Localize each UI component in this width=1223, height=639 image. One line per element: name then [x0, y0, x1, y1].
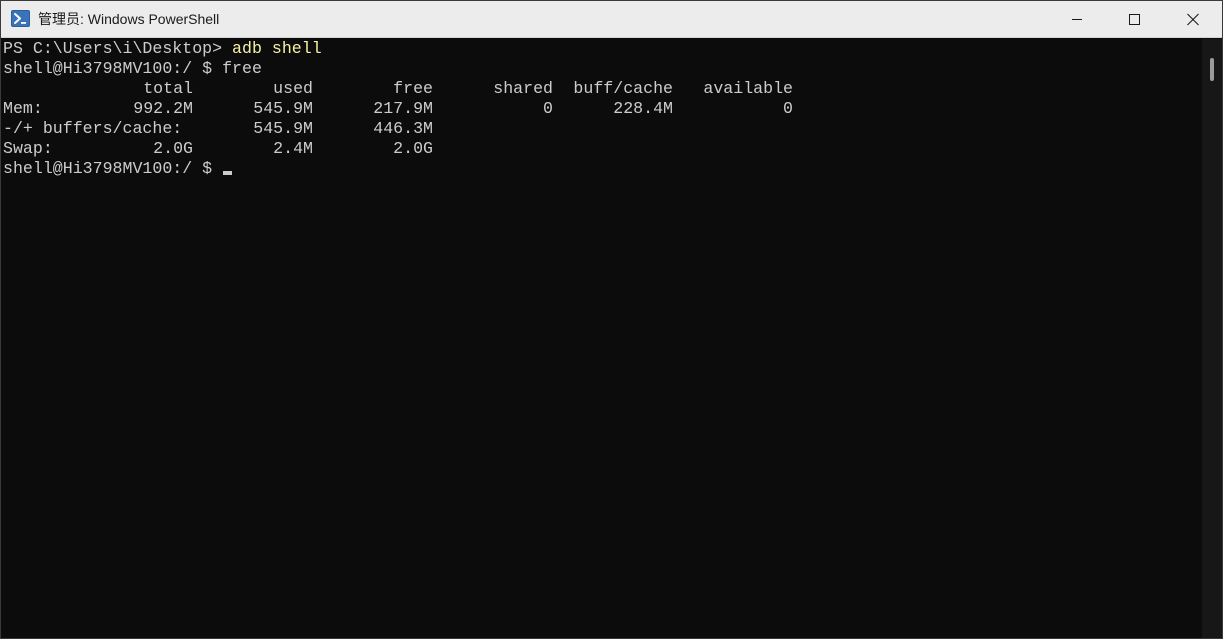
window-title: 管理员: Windows PowerShell	[38, 11, 220, 27]
ps-prompt: PS C:\Users\i\Desktop>	[3, 39, 233, 58]
vertical-scrollbar[interactable]	[1202, 39, 1222, 638]
free-buffers-row: -/+ buffers/cache: 545.9M 446.3M	[3, 119, 1201, 139]
minimize-icon	[1072, 19, 1082, 20]
scrollbar-thumb[interactable]	[1210, 58, 1214, 81]
terminal-line: PS C:\Users\i\Desktop> adb shell	[3, 39, 1201, 59]
adb-command: adb shell	[232, 39, 322, 58]
free-command: free	[222, 59, 262, 78]
maximize-icon	[1129, 14, 1140, 25]
title-bar[interactable]: 管理员: Windows PowerShell	[1, 1, 1222, 38]
free-mem-row: Mem: 992.2M 545.9M 217.9M 0 228.4M 0	[3, 99, 1201, 119]
free-swap-row: Swap: 2.0G 2.4M 2.0G	[3, 139, 1201, 159]
terminal-line: shell@Hi3798MV100:/ $	[3, 159, 1201, 179]
powershell-window: 管理员: Windows PowerShell PS C:\Users\i\De…	[0, 0, 1223, 639]
swap-free: 2.0G	[393, 139, 433, 158]
mem-available: 0	[783, 99, 793, 118]
powershell-icon[interactable]	[11, 10, 30, 27]
header-available: available	[703, 79, 793, 98]
terminal-output[interactable]: PS C:\Users\i\Desktop> adb shell shell@H…	[1, 39, 1201, 638]
shell-prompt: shell@Hi3798MV100:/ $	[3, 59, 223, 78]
final-shell-prompt: shell@Hi3798MV100:/ $	[3, 159, 223, 178]
minimize-button[interactable]	[1047, 1, 1105, 37]
close-icon	[1187, 13, 1199, 26]
free-header-row: total used free shared buff/cache availa…	[3, 79, 1201, 99]
text-cursor	[223, 171, 233, 175]
maximize-button[interactable]	[1105, 1, 1163, 37]
terminal-line: shell@Hi3798MV100:/ $ free	[3, 59, 1201, 79]
buffers-free: 446.3M	[373, 119, 433, 138]
close-button[interactable]	[1163, 1, 1221, 37]
